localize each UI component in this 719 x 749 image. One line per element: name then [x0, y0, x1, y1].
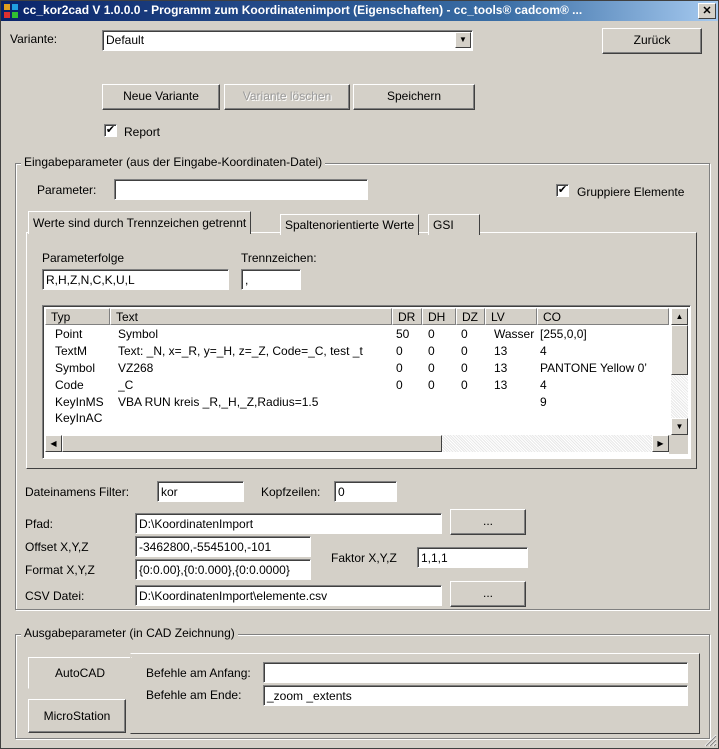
- scroll-down-icon[interactable]: ▼: [671, 418, 688, 435]
- vertical-scrollbar[interactable]: ▲ ▼: [671, 308, 688, 435]
- parameter-label: Parameter:: [37, 183, 97, 197]
- browse-csv-button[interactable]: ...: [450, 581, 526, 607]
- tab-column-oriented-values[interactable]: Spaltenorientierte Werte: [280, 214, 420, 235]
- offset-label: Offset X,Y,Z: [25, 540, 89, 554]
- scroll-left-icon[interactable]: ◀: [45, 435, 62, 452]
- table-row[interactable]: KeyInAC: [43, 306, 669, 435]
- filename-filter-label: Dateinamens Filter:: [25, 485, 130, 499]
- path-label: Pfad:: [25, 517, 54, 531]
- header-lines-label: Kopfzeilen:: [261, 485, 321, 499]
- tab-delimited-values[interactable]: Werte sind durch Trennzeichen getrennt: [28, 211, 252, 234]
- cell-typ: KeyInAC: [55, 411, 103, 425]
- browse-path-button[interactable]: ...: [450, 509, 526, 535]
- offset-input[interactable]: -3462800,-5545100,-101: [135, 536, 311, 557]
- title-bar[interactable]: cc_kor2cad V 1.0.0.0 - Programm zum Koor…: [1, 1, 718, 21]
- new-variant-button[interactable]: Neue Variante: [102, 84, 220, 110]
- variant-selected-value: Default: [106, 33, 145, 47]
- csv-file-input[interactable]: D:\KoordinatenImport\elemente.csv: [135, 585, 442, 606]
- tab-gsi[interactable]: GSI: [428, 214, 480, 235]
- scroll-up-icon[interactable]: ▲: [671, 308, 688, 325]
- separator-input[interactable]: ,: [241, 269, 301, 290]
- parameter-order-input[interactable]: R,H,Z,N,C,K,U,L: [42, 269, 229, 290]
- group-elements-label: Gruppiere Elemente: [577, 185, 685, 199]
- microstation-tab-button[interactable]: MicroStation: [28, 699, 126, 733]
- end-commands-input[interactable]: _zoom _extents: [263, 685, 688, 706]
- start-commands-input[interactable]: [263, 662, 688, 683]
- close-button[interactable]: ✕: [698, 3, 716, 19]
- autocad-tab-button[interactable]: AutoCAD: [28, 657, 132, 689]
- vertical-scroll-thumb[interactable]: [671, 325, 688, 375]
- end-commands-label: Befehle am Ende:: [146, 688, 242, 702]
- horizontal-scrollbar[interactable]: ◀ ▶: [45, 435, 669, 452]
- separator-label: Trennzeichen:: [241, 251, 317, 265]
- back-button[interactable]: Zurück: [602, 28, 702, 54]
- header-lines-input[interactable]: 0: [334, 481, 397, 502]
- app-icon: [4, 4, 18, 18]
- scrollbar-corner: [669, 435, 688, 454]
- variant-select[interactable]: Default ▼: [102, 30, 473, 51]
- scroll-right-icon[interactable]: ▶: [652, 435, 669, 452]
- factor-label: Faktor X,Y,Z: [331, 551, 397, 565]
- elements-table[interactable]: Typ Text DR DH DZ LV CO Point Symbol 50 …: [42, 305, 691, 459]
- variant-label: Variante:: [10, 32, 58, 46]
- dropdown-arrow-icon[interactable]: ▼: [455, 32, 471, 48]
- filename-filter-input[interactable]: kor: [157, 481, 244, 502]
- csv-file-label: CSV Datei:: [25, 589, 85, 603]
- horizontal-scroll-thumb[interactable]: [62, 435, 442, 452]
- factor-input[interactable]: 1,1,1: [417, 547, 528, 568]
- format-input[interactable]: {0:0.00},{0:0.000},{0:0.0000}: [135, 559, 311, 580]
- format-label: Format X,Y,Z: [25, 563, 95, 577]
- path-input[interactable]: D:\KoordinatenImport: [135, 513, 442, 534]
- window-title: cc_kor2cad V 1.0.0.0 - Programm zum Koor…: [23, 3, 583, 17]
- parameter-input[interactable]: [114, 179, 368, 200]
- parameter-order-label: Parameterfolge: [42, 251, 125, 265]
- input-group-title: Eingabeparameter (aus der Eingabe-Koordi…: [21, 155, 326, 169]
- report-checkbox[interactable]: ✔: [104, 124, 117, 137]
- output-group-title: Ausgabeparameter (in CAD Zeichnung): [21, 626, 238, 640]
- start-commands-label: Befehle am Anfang:: [146, 666, 251, 680]
- report-label: Report: [124, 125, 161, 139]
- group-elements-checkbox[interactable]: ✔: [556, 184, 569, 197]
- resize-grip-icon[interactable]: [703, 733, 717, 747]
- main-window: cc_kor2cad V 1.0.0.0 - Programm zum Koor…: [0, 0, 719, 749]
- delete-variant-button[interactable]: Variante löschen: [224, 84, 350, 110]
- save-button[interactable]: Speichern: [353, 84, 475, 110]
